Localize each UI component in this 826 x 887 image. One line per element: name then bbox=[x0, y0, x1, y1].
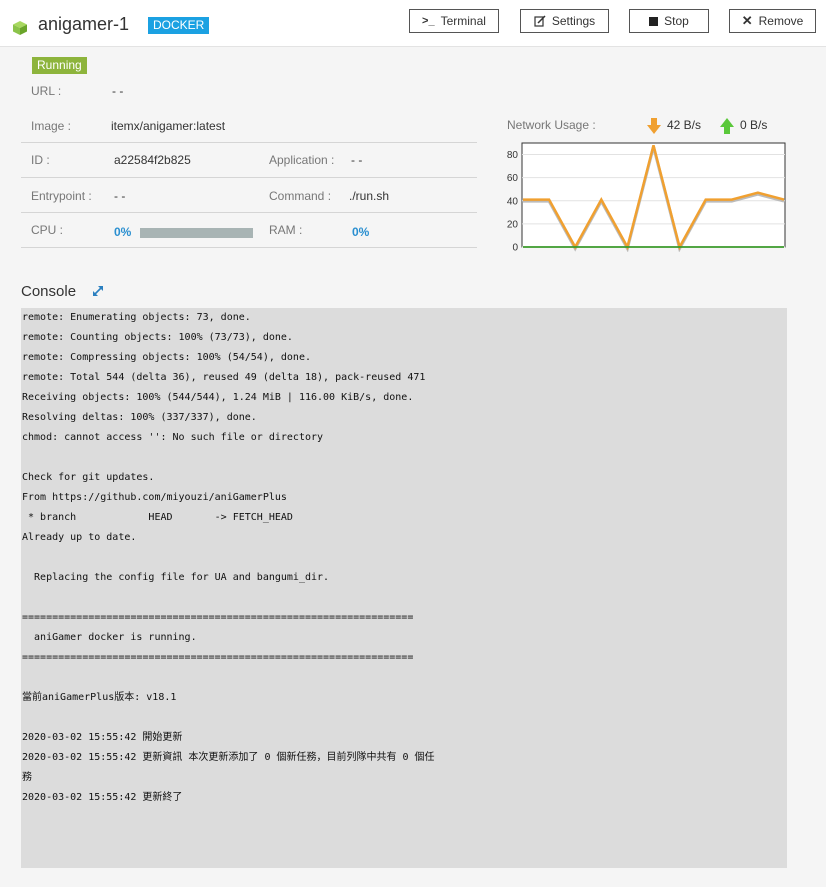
console-line: 2020-03-02 15:55:42 更新終了 bbox=[22, 792, 183, 803]
id-label: ID : bbox=[31, 153, 50, 167]
terminal-button-label: Terminal bbox=[440, 14, 486, 28]
console-line: 務 bbox=[22, 772, 32, 783]
console-line: Already up to date. bbox=[22, 532, 137, 543]
chart-y-tick-label: 60 bbox=[507, 173, 519, 184]
console-line: remote: Total 544 (delta 36), reused 49 … bbox=[22, 372, 426, 383]
divider bbox=[21, 247, 477, 248]
console-line: ========================================… bbox=[22, 652, 414, 663]
entrypoint-value: - - bbox=[114, 189, 126, 203]
settings-button-label: Settings bbox=[551, 14, 596, 28]
console-output[interactable]: remote: Enumerating objects: 73, done. re… bbox=[21, 308, 787, 868]
console-line: Resolving deltas: 100% (337/337), done. bbox=[22, 412, 257, 423]
console-line: aniGamer docker is running. bbox=[22, 632, 197, 643]
console-line: 2020-03-02 15:55:42 更新資訊 本次更新添加了 0 個新任務，… bbox=[22, 752, 435, 763]
image-label: Image : bbox=[31, 119, 72, 133]
arrow-down-icon bbox=[647, 118, 661, 134]
divider bbox=[21, 177, 477, 178]
arrow-up-icon bbox=[720, 118, 734, 134]
network-usage-label: Network Usage : bbox=[507, 118, 596, 132]
network-up-value: 0 B/s bbox=[740, 118, 768, 132]
remove-button-label: Remove bbox=[758, 14, 804, 28]
url-label: URL : bbox=[31, 84, 62, 98]
divider bbox=[21, 142, 477, 143]
console-line: remote: Compressing objects: 100% (54/54… bbox=[22, 352, 311, 363]
chart-y-tick-label: 0 bbox=[512, 243, 518, 253]
stop-button[interactable]: Stop bbox=[629, 9, 709, 33]
stop-button-label: Stop bbox=[664, 14, 689, 28]
cube-icon bbox=[13, 21, 27, 35]
chart-y-tick-label: 40 bbox=[507, 196, 519, 207]
command-label: Command : bbox=[269, 189, 332, 203]
console-line: * branch HEAD -> FETCH_HEAD bbox=[22, 512, 293, 523]
settings-button[interactable]: Settings bbox=[520, 9, 609, 33]
console-line: Receiving objects: 100% (544/544), 1.24 … bbox=[22, 392, 414, 403]
chart-y-tick-label: 80 bbox=[507, 150, 519, 161]
header-bar: anigamer-1 DOCKER >_ Terminal Settings S… bbox=[0, 0, 826, 47]
ram-value: 0% bbox=[352, 225, 370, 239]
entrypoint-label: Entrypoint : bbox=[31, 189, 92, 203]
image-value: itemx/anigamer:latest bbox=[111, 119, 226, 133]
console-line: remote: Enumerating objects: 73, done. bbox=[22, 312, 251, 323]
terminal-icon: >_ bbox=[422, 15, 435, 27]
ram-label: RAM : bbox=[269, 223, 303, 237]
cpu-progress-bar bbox=[140, 228, 253, 238]
application-value: - - bbox=[351, 153, 363, 167]
console-line: From https://github.com/miyouzi/aniGamer… bbox=[22, 492, 287, 503]
console-line: ========================================… bbox=[22, 612, 414, 623]
console-line: 2020-03-02 15:55:42 開始更新 bbox=[22, 732, 183, 743]
terminal-button[interactable]: >_ Terminal bbox=[409, 9, 499, 33]
console-line: 當前aniGamerPlus版本: v18.1 bbox=[22, 692, 177, 703]
url-value: - - bbox=[112, 84, 124, 98]
divider bbox=[21, 212, 477, 213]
chart-y-tick-label: 20 bbox=[507, 219, 519, 230]
container-title: anigamer-1 bbox=[38, 14, 130, 34]
close-icon: ✕ bbox=[741, 13, 753, 28]
docker-badge: DOCKER bbox=[148, 17, 210, 34]
edit-icon bbox=[534, 15, 546, 27]
id-value: a22584f2b825 bbox=[114, 153, 191, 167]
console-line: Replacing the config file for UA and ban… bbox=[22, 572, 330, 583]
console-line: remote: Counting objects: 100% (73/73), … bbox=[22, 332, 293, 343]
network-down-value: 42 B/s bbox=[667, 118, 702, 132]
network-usage-chart: 0 20 40 60 80 bbox=[507, 142, 786, 253]
expand-icon[interactable] bbox=[91, 284, 105, 298]
cpu-label: CPU : bbox=[31, 223, 64, 237]
cpu-value: 0% bbox=[114, 225, 132, 239]
status-badge: Running bbox=[32, 57, 87, 74]
console-line: chmod: cannot access '': No such file or… bbox=[22, 432, 324, 443]
command-value: ./run.sh bbox=[349, 189, 390, 203]
console-title: Console bbox=[21, 283, 77, 300]
console-line: Check for git updates. bbox=[22, 472, 155, 483]
remove-button[interactable]: ✕ Remove bbox=[729, 9, 816, 33]
application-label: Application : bbox=[269, 153, 335, 167]
stop-icon bbox=[649, 16, 659, 26]
